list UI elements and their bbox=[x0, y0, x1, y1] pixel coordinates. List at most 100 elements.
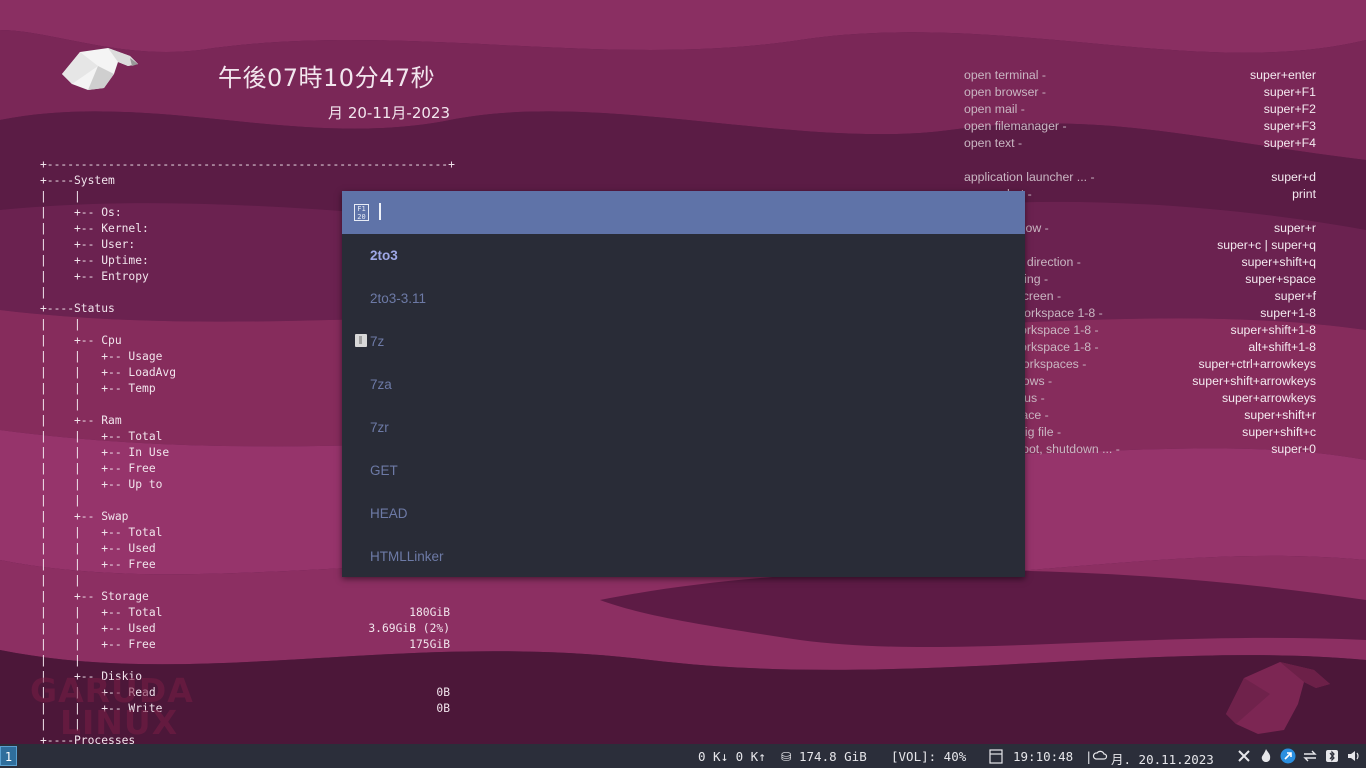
shortcut-key: super+arrowkeys bbox=[1222, 391, 1316, 405]
shortcut-row: open filemanager - super+F3 bbox=[964, 118, 1316, 135]
sysinfo-label: | +-- Uptime: bbox=[40, 254, 149, 267]
sysinfo-label: | bbox=[40, 286, 47, 299]
launcher-item[interactable]: 2to3-3.11 bbox=[342, 277, 1025, 320]
text-cursor bbox=[379, 203, 381, 220]
sysinfo-label: | | +-- Temp bbox=[40, 382, 156, 395]
sysinfo-value: 0B bbox=[436, 686, 450, 699]
sysinfo-row: | | +-- Free 175GiB bbox=[40, 637, 460, 653]
sysinfo-label: | | +-- Free bbox=[40, 462, 156, 475]
shortcut-label: open mail - bbox=[964, 102, 1025, 116]
shortcut-key: super+shift+q bbox=[1241, 255, 1316, 269]
launcher-item-label: HEAD bbox=[370, 506, 408, 521]
launcher-item[interactable]: 7z bbox=[342, 320, 1025, 363]
archive-icon bbox=[355, 334, 367, 347]
shortcut-label: application launcher ... - bbox=[964, 170, 1095, 184]
shortcut-key: super+shift+arrowkeys bbox=[1192, 374, 1316, 388]
launcher-results-list: 2to3 2to3-3.11 7z 7za 7zr GET HEAD HTMLLinker bbox=[342, 234, 1025, 578]
sysinfo-label: | | +-- Up to bbox=[40, 478, 163, 491]
launcher-item-label: HTMLLinker bbox=[370, 549, 444, 564]
shortcut-label: open browser - bbox=[964, 85, 1047, 99]
bluetooth-icon[interactable] bbox=[1324, 748, 1340, 764]
shortcut-key: super+enter bbox=[1250, 68, 1316, 82]
sysinfo-row: | +-- Storage bbox=[40, 589, 460, 605]
sysinfo-label: | | +-- Free bbox=[40, 558, 156, 571]
bottom-panel: 1 0 K↓ 0 K↑ ⛁ 174.8 GiB [VOL]: 40% 19:10… bbox=[0, 744, 1366, 768]
speaker-icon[interactable] bbox=[1346, 748, 1362, 764]
sysinfo-label: | | +-- Total bbox=[40, 606, 163, 619]
update-icon[interactable] bbox=[1280, 748, 1296, 764]
sysinfo-label: | | +-- In Use bbox=[40, 446, 170, 459]
disk-free: ⛁ 174.8 GiB bbox=[781, 749, 867, 764]
launcher-item[interactable]: 7zr bbox=[342, 406, 1025, 449]
sysinfo-label: +----System bbox=[40, 174, 115, 187]
sysinfo-row: +---------------------------------------… bbox=[40, 157, 460, 173]
shortcut-key: alt+shift+1-8 bbox=[1248, 340, 1316, 354]
shortcut-row: open terminal - super+enter bbox=[964, 67, 1316, 84]
shortcut-row: application launcher ... - super+d bbox=[964, 169, 1316, 186]
shortcut-key: super+F3 bbox=[1263, 119, 1316, 133]
sysinfo-row: | | bbox=[40, 653, 460, 669]
calendar-icon bbox=[989, 749, 1003, 764]
network-speed: 0 K↓ 0 K↑ bbox=[698, 749, 766, 764]
launcher-item[interactable]: GET bbox=[342, 449, 1025, 492]
launcher-item-label: 2to3-3.11 bbox=[370, 291, 427, 306]
flame-icon[interactable] bbox=[1258, 748, 1274, 764]
launcher-entry-bar[interactable]: F1 20 bbox=[342, 191, 1025, 234]
shortcut-key: super+f bbox=[1274, 289, 1316, 303]
prompt-glyph-bottom: 20 bbox=[357, 213, 366, 221]
shortcut-label: open filemanager - bbox=[964, 119, 1067, 133]
shortcut-key: super+0 bbox=[1271, 442, 1316, 456]
sysinfo-label: | +-- Storage bbox=[40, 590, 149, 603]
launcher-item-label: 2to3 bbox=[370, 248, 398, 263]
sysinfo-label: | | +-- Used bbox=[40, 542, 156, 555]
sysinfo-value: 175GiB bbox=[409, 638, 450, 651]
shortcut-key: super+F2 bbox=[1263, 102, 1316, 116]
shortcut-label: open terminal - bbox=[964, 68, 1047, 82]
sysinfo-label: | | +-- Total bbox=[40, 526, 163, 539]
prompt-glyph-top: F1 bbox=[357, 205, 366, 213]
shortcut-row: open text - super+F4 bbox=[964, 135, 1316, 152]
shortcut-key: super+shift+1-8 bbox=[1230, 323, 1316, 337]
app-launcher: F1 20 2to3 2to3-3.11 7z 7za 7zr GET HEAD HTMLLi… bbox=[342, 191, 1025, 577]
volume-status[interactable]: [VOL]: 40% bbox=[891, 749, 966, 764]
garuda-eagle-logo bbox=[62, 48, 138, 90]
sysinfo-label: | +-- Kernel: bbox=[40, 222, 149, 235]
sysinfo-label: | | bbox=[40, 398, 81, 411]
workspace-button-1[interactable]: 1 bbox=[0, 746, 17, 766]
sysinfo-label: | +-- Swap bbox=[40, 510, 129, 523]
sysinfo-label: | +-- Cpu bbox=[40, 334, 122, 347]
sysinfo-label: | | +-- Total bbox=[40, 430, 163, 443]
sysinfo-label: | | bbox=[40, 190, 81, 203]
sysinfo-value: 3.69GiB (2%) bbox=[368, 622, 450, 635]
shortcut-key: super+r bbox=[1273, 221, 1316, 235]
launcher-item[interactable]: 2to3 bbox=[342, 234, 1025, 277]
launcher-search-input[interactable] bbox=[386, 199, 990, 228]
watermark-line: LINUX bbox=[60, 703, 179, 742]
shortcut-label: open text - bbox=[964, 136, 1023, 150]
sysinfo-value: 180GiB bbox=[409, 606, 450, 619]
launcher-item-label: 7zr bbox=[370, 420, 389, 435]
launcher-item[interactable]: HTMLLinker bbox=[342, 535, 1025, 578]
launcher-item[interactable]: 7za bbox=[342, 363, 1025, 406]
shortcut-key: super+ctrl+arrowkeys bbox=[1198, 357, 1316, 371]
network-arrows-icon[interactable] bbox=[1302, 748, 1318, 764]
sysinfo-label: +---------------------------------------… bbox=[40, 158, 455, 171]
sysinfo-label: +----Status bbox=[40, 302, 115, 315]
shortcut-key: super+c | super+q bbox=[1217, 238, 1316, 252]
sysinfo-label: | +-- Ram bbox=[40, 414, 122, 427]
sysinfo-label: | | +-- LoadAvg bbox=[40, 366, 177, 379]
sysinfo-label: | | bbox=[40, 318, 81, 331]
sysinfo-label: | | bbox=[40, 654, 81, 667]
launcher-item[interactable]: HEAD bbox=[342, 492, 1025, 535]
tools-icon[interactable] bbox=[1236, 748, 1252, 764]
sysinfo-row: +----System bbox=[40, 173, 460, 189]
sysinfo-label: | | +-- Free bbox=[40, 638, 156, 651]
shortcut-key: super+d bbox=[1271, 170, 1316, 184]
launcher-item-label: 7za bbox=[370, 377, 392, 392]
shortcut-key: print bbox=[1292, 187, 1316, 201]
shortcut-key: super+1-8 bbox=[1260, 306, 1316, 320]
shortcut-gap bbox=[964, 152, 1316, 169]
panel-clock: 19:10:48 bbox=[1013, 749, 1074, 764]
shortcut-key: super+shift+r bbox=[1244, 408, 1316, 422]
weather-cloud-icon bbox=[1092, 750, 1108, 760]
